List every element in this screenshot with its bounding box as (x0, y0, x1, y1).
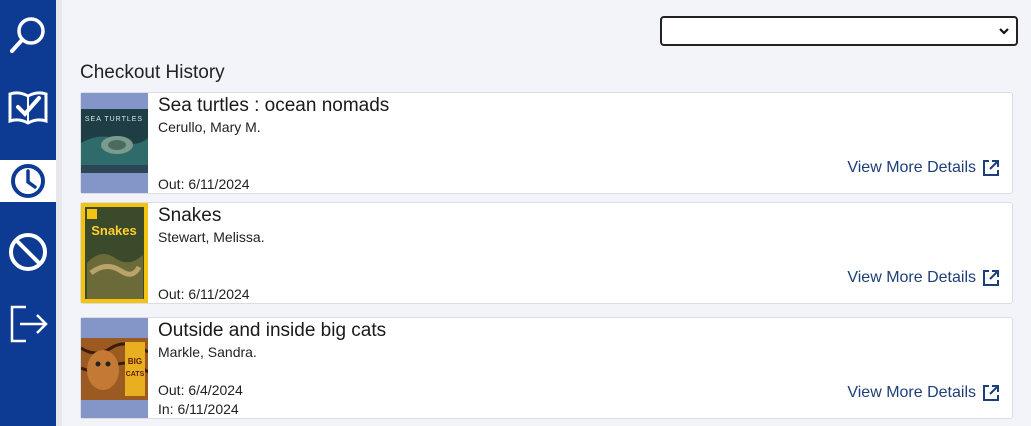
view-more-details-link[interactable]: View More Details (847, 159, 1000, 177)
search-icon (10, 17, 45, 53)
sidebar-item-search[interactable] (0, 16, 56, 56)
sidebar-item-logout[interactable] (0, 304, 56, 344)
checkout-card: BIG CATS Outside and inside big cats Mar… (80, 317, 1013, 419)
view-more-details-link[interactable]: View More Details (847, 384, 1000, 402)
book-cover[interactable]: Snakes (81, 203, 148, 303)
book-author: Stewart, Melissa. (158, 229, 265, 245)
svg-text:Snakes: Snakes (91, 223, 137, 238)
sidebar-item-checkouts[interactable] (0, 88, 56, 128)
blocked-icon (9, 233, 47, 271)
sidebar-divider (56, 0, 62, 426)
history-filter-select[interactable] (660, 16, 1018, 46)
book-title: Outside and inside big cats (158, 320, 387, 341)
external-link-icon (983, 270, 999, 286)
book-cover[interactable]: BIG CATS (81, 318, 148, 418)
book-cover[interactable]: SEA TURTLES (81, 93, 148, 193)
sidebar-item-history[interactable] (0, 160, 56, 202)
checkout-card: Snakes Snakes Stewart, Melissa. Out: 6/1… (80, 202, 1013, 304)
logout-icon (10, 305, 48, 343)
view-more-details-link[interactable]: View More Details (847, 269, 1000, 287)
book-title: Sea turtles : ocean nomads (158, 95, 390, 116)
book-author: Markle, Sandra. (158, 344, 257, 360)
svg-text:BIG: BIG (128, 357, 142, 366)
checkout-out-date: Out: 6/11/2024 (158, 176, 250, 192)
book-author: Cerullo, Mary M. (158, 119, 261, 135)
view-more-details-label: View More Details (847, 159, 976, 176)
checkout-card: SEA TURTLES Sea turtles : ocean nomads C… (80, 92, 1013, 194)
clock-icon (11, 164, 45, 198)
sidebar-item-blocks[interactable] (0, 232, 56, 272)
checkout-in-date: In: 6/11/2024 (158, 401, 239, 417)
page-title: Checkout History (80, 62, 225, 83)
view-more-details-label: View More Details (847, 384, 976, 401)
checkout-out-date: Out: 6/4/2024 (158, 382, 243, 398)
checklist-book-icon (8, 91, 48, 125)
external-link-icon (983, 160, 999, 176)
view-more-details-label: View More Details (847, 269, 976, 286)
book-title: Snakes (158, 205, 222, 226)
external-link-icon (983, 385, 999, 401)
svg-text:SEA TURTLES: SEA TURTLES (85, 116, 143, 123)
checkout-out-date: Out: 6/11/2024 (158, 286, 250, 302)
sidebar (0, 0, 56, 426)
svg-text:CATS: CATS (126, 371, 145, 378)
chevron-down-icon (999, 28, 1009, 35)
